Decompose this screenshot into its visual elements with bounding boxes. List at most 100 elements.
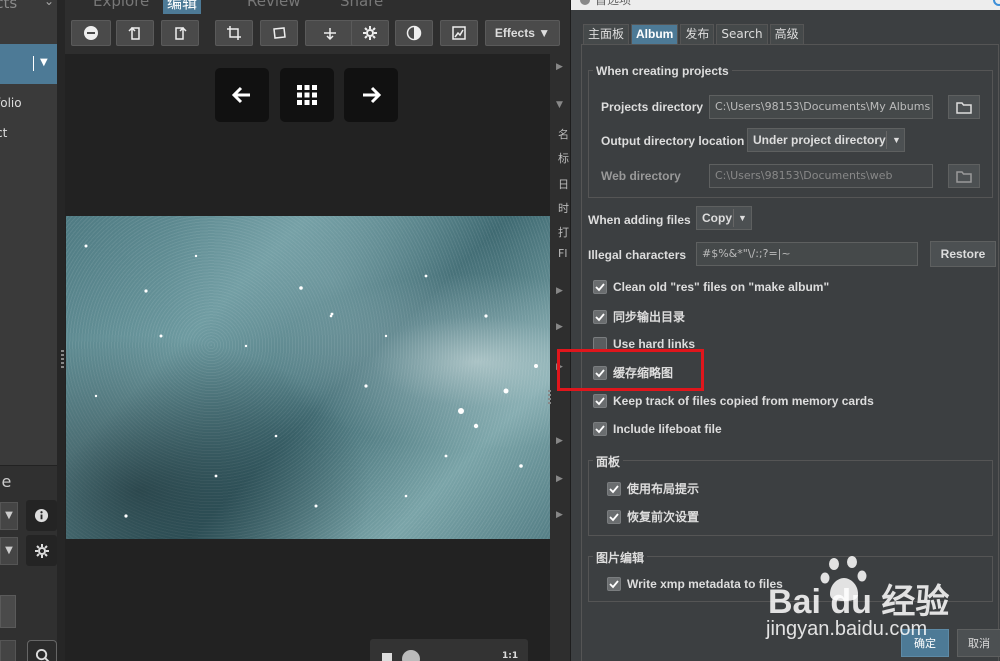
collapse-arrow-icon[interactable]: ▼: [556, 100, 563, 110]
text-cursor: [33, 56, 34, 71]
expand-arrow-icon[interactable]: ▶: [556, 474, 563, 484]
sidebar-item-ct[interactable]: ct: [0, 126, 7, 140]
group-title: 图片编辑: [593, 549, 648, 566]
group-title: 面板: [593, 453, 624, 470]
track-memory-cards-checkbox[interactable]: Keep track of files copied from memory c…: [593, 394, 874, 408]
adding-files-dropdown[interactable]: Copy ▼: [696, 206, 752, 230]
fit-icon[interactable]: [382, 653, 392, 661]
tab-advanced[interactable]: 高级: [769, 24, 804, 44]
checkbox[interactable]: [593, 394, 607, 408]
tab-publish[interactable]: 发布: [680, 24, 715, 44]
tab-explore[interactable]: Explore: [93, 0, 149, 10]
arrow-right-icon[interactable]: [344, 68, 398, 122]
checkbox[interactable]: [607, 481, 621, 496]
sidebar-splitter[interactable]: [61, 350, 64, 368]
layout-hints-checkbox[interactable]: 使用布局提示: [607, 480, 699, 497]
info-label: Fl: [558, 247, 568, 260]
tab-search[interactable]: Search: [716, 24, 768, 44]
write-xmp-checkbox[interactable]: Write xmp metadata to files: [607, 577, 783, 591]
info-label: 时: [558, 202, 569, 215]
chevron-down-icon[interactable]: ⌄: [44, 0, 54, 8]
checkbox[interactable]: [593, 309, 607, 324]
cancel-button[interactable]: 取消: [957, 629, 1000, 657]
checkbox[interactable]: [593, 280, 607, 294]
mini-dropdown-1[interactable]: ▼: [0, 502, 18, 530]
checkbox-label: Keep track of files copied from memory c…: [613, 394, 874, 408]
info-label: 标: [558, 152, 569, 165]
clean-res-checkbox[interactable]: Clean old "res" files on "make album": [593, 280, 829, 294]
output-location-dropdown[interactable]: Under project directory ▼: [747, 128, 905, 152]
edit-toolbar: Effects ▼: [65, 14, 570, 54]
viewer-splitter[interactable]: [548, 390, 551, 406]
info-icon[interactable]: [26, 500, 57, 531]
image-edit-icon[interactable]: [440, 20, 478, 46]
adding-files-label: When adding files: [588, 213, 691, 227]
grid-icon[interactable]: [280, 68, 334, 122]
sidebar-field[interactable]: [0, 640, 16, 661]
expand-arrow-icon[interactable]: ▶: [556, 436, 563, 446]
combo-separator: [733, 209, 734, 227]
info-label: 名: [558, 128, 569, 141]
checkbox[interactable]: [607, 577, 621, 591]
caret-down-icon: ▼: [538, 26, 551, 40]
tab-edit[interactable]: 编辑: [163, 0, 202, 14]
preference-tabs: 主面板 Album 发布 Search 高级: [583, 24, 806, 44]
illegal-chars-field[interactable]: #$%&*"\/:;?=|~: [696, 242, 918, 266]
effects-menu[interactable]: Effects ▼: [485, 20, 560, 46]
lifeboat-file-checkbox[interactable]: Include lifeboat file: [593, 422, 722, 436]
preferences-dialog: 首选项 主面板 Album 发布 Search 高级 When creating…: [570, 0, 1000, 661]
sidebar-item-folio[interactable]: folio: [0, 96, 22, 110]
panel-label: le: [0, 472, 12, 491]
sidebar-header: ects: [0, 0, 18, 12]
web-directory-label: Web directory: [601, 169, 681, 183]
restore-previous-checkbox[interactable]: 恢复前次设置: [607, 508, 699, 525]
dialog-title: 首选项: [595, 0, 632, 7]
project-selector[interactable]: ▼: [0, 44, 57, 84]
folder-icon[interactable]: [948, 95, 980, 119]
output-location-label: Output directory location: [601, 134, 745, 148]
photo-stars: [84, 244, 538, 518]
search-icon[interactable]: [27, 640, 57, 661]
projects-directory-field[interactable]: C:\Users\98153\Documents\My Albums: [709, 95, 933, 119]
expand-arrow-icon[interactable]: ▶: [556, 322, 563, 332]
expand-arrow-icon[interactable]: ▶: [556, 62, 563, 72]
tab-review[interactable]: Review: [247, 0, 301, 10]
rotate-right-icon[interactable]: [161, 20, 199, 46]
restore-button[interactable]: Restore: [930, 241, 996, 267]
level-icon[interactable]: [305, 20, 355, 46]
info-label: 打: [558, 226, 569, 239]
gear-icon[interactable]: [351, 20, 389, 46]
contrast-icon[interactable]: [395, 20, 433, 46]
caret-down-icon: ▼: [892, 135, 901, 145]
main-tabs: Explore 编辑 Review Share: [65, 0, 570, 14]
tab-main-panel[interactable]: 主面板: [583, 24, 630, 44]
folder-icon[interactable]: [948, 164, 980, 188]
gear-icon[interactable]: [26, 535, 57, 566]
sidebar-button[interactable]: [0, 595, 16, 628]
zoom-control: 1:1: [370, 639, 528, 661]
checkbox-label: 同步输出目录: [613, 310, 686, 324]
tab-share[interactable]: Share: [340, 0, 383, 10]
expand-arrow-icon[interactable]: ▶: [556, 286, 563, 296]
checkbox-label: Write xmp metadata to files: [627, 577, 783, 591]
straighten-icon[interactable]: [260, 20, 298, 46]
tab-album[interactable]: Album: [631, 24, 679, 44]
zoom-slider-knob[interactable]: [402, 650, 420, 661]
minus-circle-icon[interactable]: [71, 20, 111, 46]
caret-down-icon[interactable]: ▼: [40, 57, 48, 68]
web-directory-field[interactable]: C:\Users\98153\Documents\web: [709, 164, 933, 188]
arrow-left-icon[interactable]: [215, 68, 269, 122]
mini-dropdown-2[interactable]: ▼: [0, 537, 18, 565]
checkbox[interactable]: [593, 422, 607, 436]
close-icon[interactable]: [993, 0, 1000, 6]
expand-arrow-icon[interactable]: ▶: [556, 510, 563, 520]
ok-button[interactable]: 确定: [901, 629, 949, 657]
checkbox-label: Include lifeboat file: [613, 422, 722, 436]
crop-icon[interactable]: [215, 20, 253, 46]
checkbox-label: 使用布局提示: [627, 482, 700, 496]
effects-label: Effects: [494, 26, 535, 40]
rotate-left-icon[interactable]: [116, 20, 154, 46]
sync-output-checkbox[interactable]: 同步输出目录: [593, 308, 685, 325]
zoom-ratio[interactable]: 1:1: [502, 651, 518, 661]
checkbox[interactable]: [607, 509, 621, 524]
